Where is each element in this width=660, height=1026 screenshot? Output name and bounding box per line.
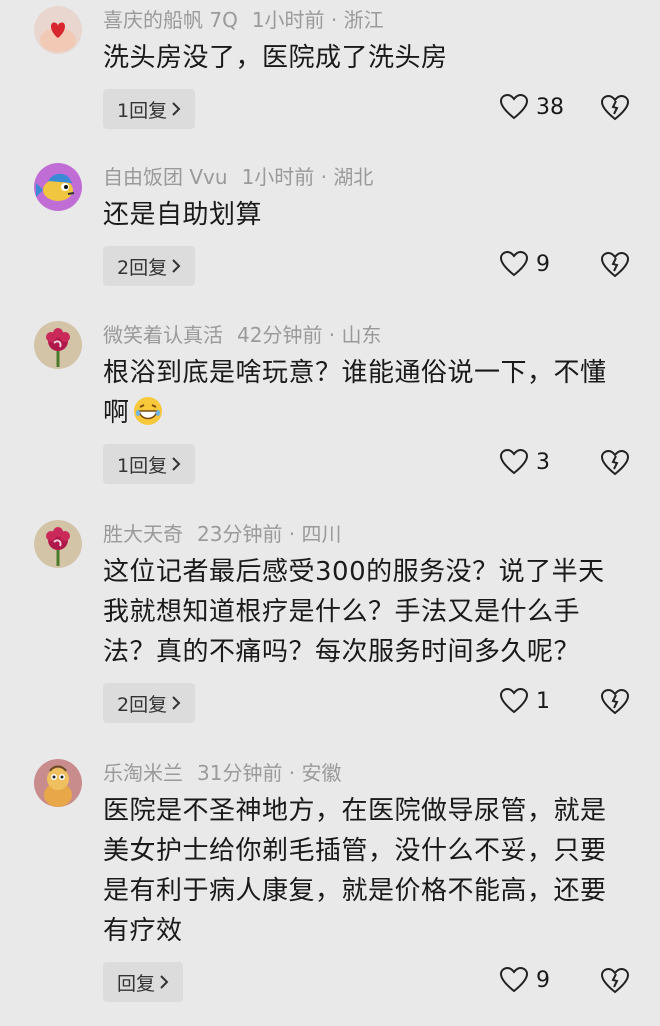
comment-line: 有疗效	[103, 916, 183, 946]
heart-icon	[500, 688, 528, 714]
comment-line: 根浴到底是啥玩意？谁能通俗说一下，不懂	[103, 358, 607, 388]
chevron-right-icon	[172, 457, 181, 471]
comment-text: 这位记者最后感受300的服务没？说了半天 我就想知道根疗是什么？手法又是什么手 …	[103, 552, 633, 672]
reply-label: 2回复	[117, 693, 168, 716]
like-button[interactable]: 9	[500, 967, 550, 993]
like-count: 9	[536, 967, 550, 993]
dislike-button[interactable]	[600, 688, 630, 719]
time-location: 1小时前 · 湖北	[241, 165, 374, 189]
comment-meta: 微笑着认真活 42分钟前 · 山东	[103, 323, 382, 347]
comment-text: 医院是不圣神地方，在医院做导尿管，就是 美女护士给你剃毛插管，没什么不妥，只要 …	[103, 791, 633, 951]
reply-button[interactable]: 1回复	[103, 444, 196, 484]
comment-line: 还是自助划算	[103, 200, 263, 230]
dislike-button[interactable]	[600, 449, 630, 480]
username[interactable]: 微笑着认真活	[103, 323, 223, 347]
time-location: 23分钟前 · 四川	[197, 522, 342, 546]
like-button[interactable]: 38	[500, 94, 564, 120]
reply-button[interactable]: 2回复	[103, 246, 196, 286]
heart-icon	[500, 94, 528, 120]
broken-heart-icon	[600, 94, 630, 121]
chevron-right-icon	[172, 102, 181, 116]
comment-line: 啊	[103, 398, 130, 428]
like-button[interactable]: 9	[500, 251, 550, 277]
reply-label: 回复	[117, 972, 156, 995]
comment-line: 法？真的不痛吗？每次服务时间多久呢？	[103, 637, 581, 667]
like-button[interactable]: 3	[500, 449, 550, 475]
comment-text: 根浴到底是啥玩意？谁能通俗说一下，不懂 啊	[103, 353, 633, 439]
reply-label: 1回复	[117, 99, 168, 122]
broken-heart-icon	[600, 251, 630, 278]
flower-avatar-icon	[34, 321, 82, 369]
username[interactable]: 胜大天奇	[103, 522, 183, 546]
comment-line: 美女护士给你剃毛插管，没什么不妥，只要	[103, 836, 607, 866]
broken-heart-icon	[600, 449, 630, 476]
comment-line: 洗头房没了，医院成了洗头房	[103, 43, 448, 73]
heart-icon	[500, 967, 528, 993]
time-location: 42分钟前 · 山东	[237, 323, 382, 347]
comment-line: 医院是不圣神地方，在医院做导尿管，就是	[103, 796, 607, 826]
like-count: 3	[536, 449, 550, 475]
comment-line: 我就想知道根疗是什么？手法又是什么手	[103, 597, 581, 627]
username[interactable]: 乐淘米兰	[103, 761, 183, 785]
broken-heart-icon	[600, 688, 630, 715]
comment-meta: 自由饭团 Vvu 1小时前 · 湖北	[103, 165, 373, 189]
reply-button[interactable]: 2回复	[103, 683, 196, 723]
toy-figure-avatar-icon	[34, 759, 82, 807]
chevron-right-icon	[172, 259, 181, 273]
user-avatar[interactable]	[34, 163, 82, 211]
like-count: 38	[536, 94, 564, 120]
comment-text: 洗头房没了，医院成了洗头房	[103, 38, 633, 78]
username[interactable]: 自由饭团 Vvu	[103, 165, 228, 189]
user-avatar[interactable]	[34, 6, 82, 54]
chevron-right-icon	[172, 696, 181, 710]
comment-meta: 乐淘米兰 31分钟前 · 安徽	[103, 761, 342, 785]
flower-avatar-icon	[34, 520, 82, 568]
time-location: 31分钟前 · 安徽	[197, 761, 342, 785]
user-avatar[interactable]	[34, 520, 82, 568]
heart-icon	[500, 251, 528, 277]
chevron-right-icon	[160, 975, 169, 989]
comment-meta: 喜庆的船帆 7Q 1小时前 · 浙江	[103, 8, 384, 32]
cartoon-fish-avatar-icon	[34, 163, 82, 211]
reply-label: 1回复	[117, 454, 168, 477]
reply-label: 2回复	[117, 256, 168, 279]
like-count: 1	[536, 688, 550, 714]
like-button[interactable]: 1	[500, 688, 550, 714]
dislike-button[interactable]	[600, 94, 630, 125]
comment-line: 这位记者最后感受300的服务没？说了半天	[103, 557, 605, 587]
time-location: 1小时前 · 浙江	[251, 8, 384, 32]
heart-icon	[500, 449, 528, 475]
grinning-emoji-icon	[132, 395, 164, 439]
comment-line-with-emoji: 啊	[103, 393, 633, 439]
user-avatar[interactable]	[34, 759, 82, 807]
reply-button[interactable]: 1回复	[103, 89, 196, 129]
dislike-button[interactable]	[600, 251, 630, 282]
username[interactable]: 喜庆的船帆 7Q	[103, 8, 238, 32]
comment-text: 还是自助划算	[103, 195, 633, 235]
dislike-button[interactable]	[600, 967, 630, 998]
heart-hands-avatar-icon	[34, 6, 82, 54]
broken-heart-icon	[600, 967, 630, 994]
comment-line: 是有利于病人康复，就是价格不能高，还要	[103, 876, 607, 906]
user-avatar[interactable]	[34, 321, 82, 369]
comment-meta: 胜大天奇 23分钟前 · 四川	[103, 522, 342, 546]
like-count: 9	[536, 251, 550, 277]
reply-button[interactable]: 回复	[103, 962, 184, 1002]
